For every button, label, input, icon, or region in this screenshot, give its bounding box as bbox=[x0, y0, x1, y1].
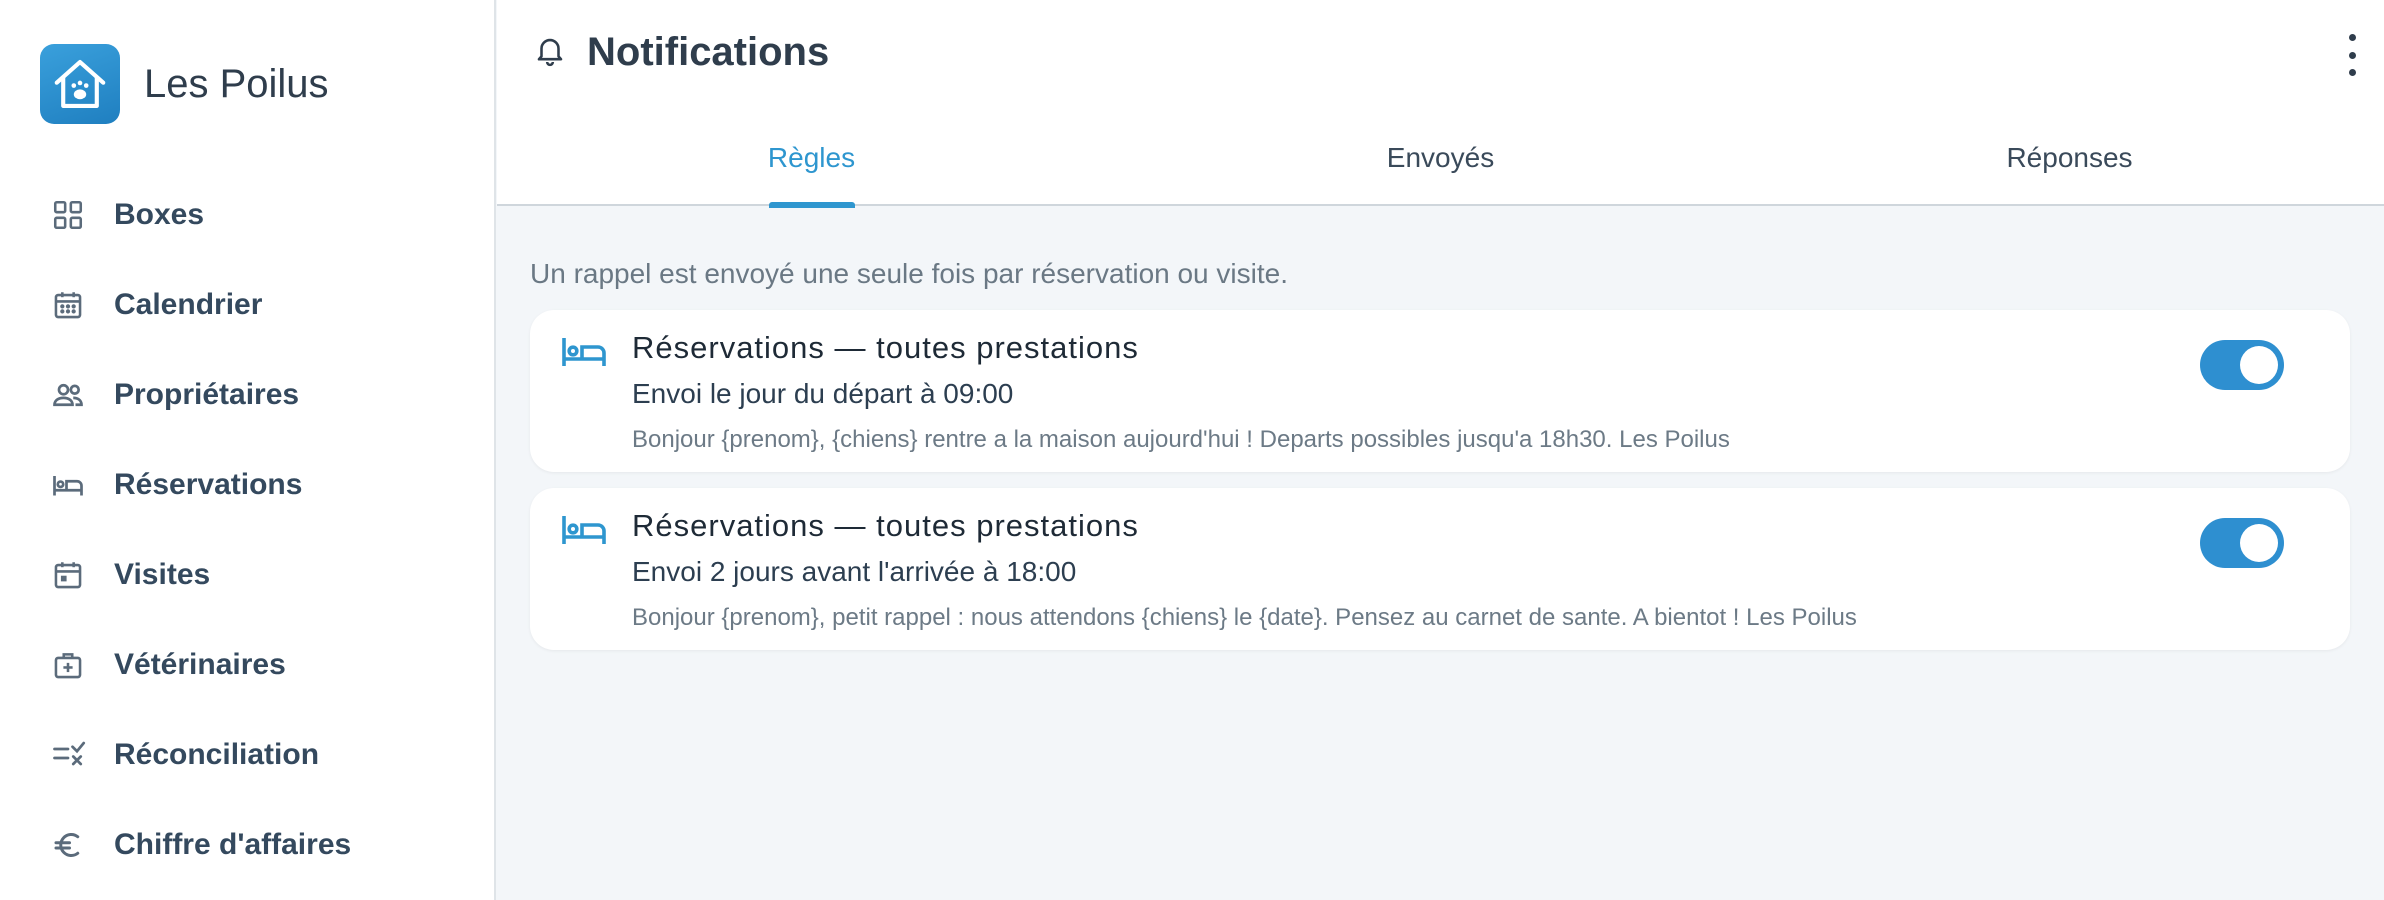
page-title: Notifications bbox=[587, 30, 830, 74]
bed-icon bbox=[560, 510, 608, 550]
rule-schedule: Envoi 2 jours avant l'arrivée à 18:00 bbox=[632, 556, 1077, 587]
rule-enabled-toggle[interactable] bbox=[2200, 518, 2284, 568]
list-check-icon bbox=[50, 737, 86, 773]
main-area: Notifications Règles Envoyés Réponses Un… bbox=[497, 0, 2384, 900]
sidebar-item-reconciliation[interactable]: Réconciliation bbox=[0, 710, 494, 800]
toggle-knob bbox=[2240, 346, 2278, 384]
medical-bag-icon bbox=[50, 647, 86, 683]
page-header: Notifications bbox=[533, 30, 829, 75]
top-bar: Notifications Règles Envoyés Réponses bbox=[497, 0, 2384, 208]
rule-card: Réservations — toutes prestations Envoi … bbox=[530, 488, 2350, 650]
sidebar-item-veterinaires[interactable]: Vétérinaires bbox=[0, 620, 494, 710]
sidebar-item-label: Boxes bbox=[114, 198, 205, 231]
rule-schedule: Envoi le jour du départ à 09:00 bbox=[632, 378, 1014, 409]
sidebar-nav: Boxes Calendrier Propriétaires Réservati… bbox=[0, 170, 494, 890]
info-text: Un rappel est envoyé une seule fois par … bbox=[530, 258, 1288, 289]
tab-reponses[interactable]: Réponses bbox=[1755, 130, 2384, 206]
sidebar-item-reservations[interactable]: Réservations bbox=[0, 440, 494, 530]
sidebar-item-label: Réservations bbox=[114, 468, 303, 501]
sidebar-item-label: Vétérinaires bbox=[114, 648, 286, 681]
tab-bar: Règles Envoyés Réponses bbox=[497, 130, 2384, 208]
house-paw-icon bbox=[40, 44, 120, 124]
rule-card: Réservations — toutes prestations Envoi … bbox=[530, 310, 2350, 472]
sidebar-item-label: Calendrier bbox=[114, 288, 263, 321]
bed-icon bbox=[50, 467, 86, 503]
bed-icon bbox=[560, 332, 608, 372]
more-vertical-icon[interactable] bbox=[2342, 34, 2362, 76]
sidebar: Les Poilus Boxes Calendrier Propriétaire… bbox=[0, 0, 496, 900]
sidebar-item-proprietaires[interactable]: Propriétaires bbox=[0, 350, 494, 440]
rule-message: Bonjour {prenom}, petit rappel : nous at… bbox=[632, 604, 1857, 631]
grid-icon bbox=[50, 197, 86, 233]
people-icon bbox=[50, 377, 86, 413]
euro-icon bbox=[50, 827, 86, 863]
tab-label: Règles bbox=[767, 142, 856, 173]
sidebar-item-label: Chiffre d'affaires bbox=[114, 828, 352, 861]
sidebar-item-visites[interactable]: Visites bbox=[0, 530, 494, 620]
sidebar-item-label: Propriétaires bbox=[114, 378, 300, 411]
calendar-day-icon bbox=[50, 557, 86, 593]
rule-message: Bonjour {prenom}, {chiens} rentre a la m… bbox=[632, 426, 1730, 453]
toggle-knob bbox=[2240, 524, 2278, 562]
rule-enabled-toggle[interactable] bbox=[2200, 340, 2284, 390]
tab-envoyes[interactable]: Envoyés bbox=[1126, 130, 1755, 206]
sidebar-item-label: Visites bbox=[114, 558, 211, 591]
sidebar-item-boxes[interactable]: Boxes bbox=[0, 170, 494, 260]
sidebar-item-chiffre-affaires[interactable]: Chiffre d'affaires bbox=[0, 800, 494, 890]
rule-title: Réservations — toutes prestations bbox=[632, 508, 1139, 543]
rule-title: Réservations — toutes prestations bbox=[632, 330, 1139, 365]
tab-regles[interactable]: Règles bbox=[497, 130, 1126, 208]
calendar-icon bbox=[50, 287, 86, 323]
rules-panel: Un rappel est envoyé une seule fois par … bbox=[530, 206, 2350, 650]
brand[interactable]: Les Poilus bbox=[40, 44, 329, 124]
sidebar-item-label: Réconciliation bbox=[114, 738, 320, 771]
tab-label: Envoyés bbox=[1386, 142, 1495, 173]
sidebar-item-calendrier[interactable]: Calendrier bbox=[0, 260, 494, 350]
bell-icon bbox=[533, 30, 567, 75]
tab-label: Réponses bbox=[2006, 142, 2133, 173]
brand-name: Les Poilus bbox=[144, 61, 329, 106]
